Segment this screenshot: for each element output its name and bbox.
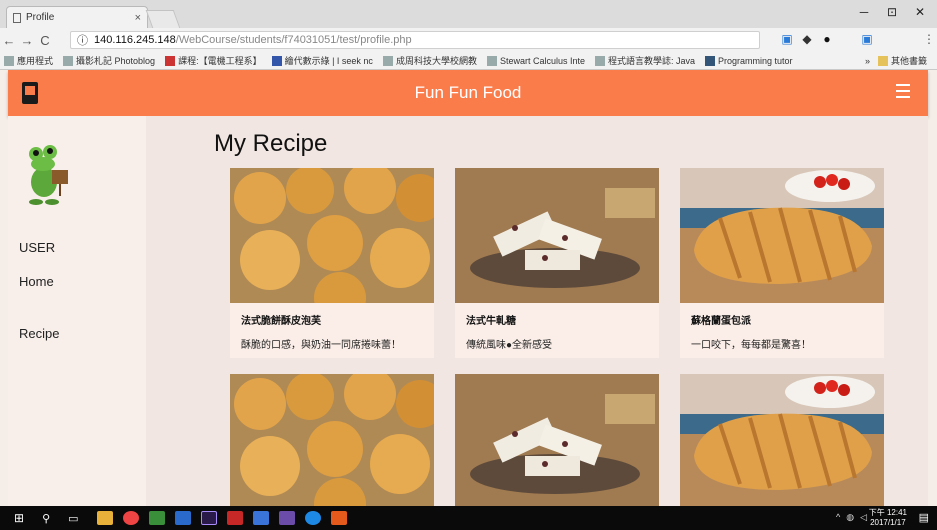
windows-start-icon[interactable]: ⊞ <box>14 511 24 525</box>
new-tab-button[interactable] <box>145 10 181 28</box>
bookmark-icon <box>486 55 497 66</box>
filezilla-icon[interactable] <box>226 511 243 525</box>
bookmark-item[interactable]: 攝影札記 Photoblog <box>63 54 155 67</box>
browser-chrome: Profile × ─ ⊡ ✕ ← → C ⓘ 140.116.245.148/… <box>0 0 937 70</box>
app-icon[interactable] <box>148 511 165 525</box>
bookmark-item[interactable]: 程式語言教學誌: Java <box>595 54 695 67</box>
page-icon <box>13 12 21 23</box>
bookmarks-more-button[interactable]: » <box>865 56 870 66</box>
recipe-description: 酥脆的口感，與奶油一同席捲味蕾！ <box>241 340 401 351</box>
bookmark-item[interactable]: Stewart Calculus Inte <box>486 55 585 66</box>
page-icon <box>63 55 74 66</box>
hamburger-menu-icon[interactable] <box>896 84 910 98</box>
premiere-icon[interactable] <box>200 511 217 525</box>
other-bookmarks[interactable]: 其他書籤 <box>877 54 927 67</box>
nougat-image <box>455 374 659 506</box>
nougat-image <box>455 168 659 303</box>
app-icon[interactable] <box>330 511 347 525</box>
recipe-description: 一口咬下，每每都是驚喜！ <box>691 340 811 351</box>
recipe-card[interactable] <box>230 368 444 506</box>
sidebar-item-user[interactable]: USER <box>19 240 55 255</box>
recipe-card[interactable]: 蘇格蘭蛋包派 一口咬下，每每都是驚喜！ <box>680 168 884 358</box>
address-row: ← → C ⓘ 140.116.245.148/WebCourse/studen… <box>0 28 937 52</box>
app-icon[interactable] <box>304 511 321 525</box>
recipe-card[interactable]: 法式脆餅酥皮泡芙 酥脆的口感，與奶油一同席捲味蕾！ <box>230 162 444 358</box>
bookmark-icon <box>595 55 605 66</box>
page: Fun Fun Food USER Home Recipe My Recipe <box>0 70 937 506</box>
bookmark-icon <box>271 55 282 66</box>
bookmarks-bar: 應用程式 攝影札記 Photoblog 課程:【電機工程系】 繪代數示綠 | I… <box>0 52 937 69</box>
recipe-name: 法式牛軋糖 <box>466 316 516 327</box>
recipe-card[interactable] <box>680 374 884 506</box>
network-icon[interactable]: ◍ <box>846 512 854 523</box>
tab-title: Profile <box>26 12 55 23</box>
extension-icon[interactable]: ◆ <box>798 32 816 46</box>
task-view-icon[interactable]: ▭ <box>68 512 78 525</box>
page-title: My Recipe <box>214 130 328 157</box>
system-tray: ^ ◍ ◁ <box>836 512 867 523</box>
url-path: /WebCourse/students/f74031051/test/profi… <box>175 34 412 46</box>
cream-puff-image <box>230 368 444 506</box>
extension-icon[interactable]: ● <box>818 32 836 46</box>
browser-menu-icon[interactable]: ⋮ <box>920 32 937 46</box>
extension-icon[interactable]: ▣ <box>858 32 876 46</box>
tab-bar: Profile × ─ ⊡ ✕ <box>0 0 937 28</box>
search-icon[interactable]: ⚲ <box>42 512 50 525</box>
app-icon[interactable] <box>278 511 295 525</box>
minimize-icon[interactable]: ─ <box>851 5 877 19</box>
bookmark-item[interactable]: 應用程式 <box>4 54 53 67</box>
bookmark-item[interactable]: 成周科技大學校網教 <box>382 54 477 67</box>
pie-image <box>680 374 884 506</box>
file-explorer-icon[interactable] <box>96 511 113 525</box>
back-icon[interactable]: ← <box>0 33 18 48</box>
clock-time: 下午 12:41 <box>868 508 907 517</box>
chrome-icon[interactable] <box>122 511 139 525</box>
pie-image <box>680 168 884 303</box>
sidebar: USER Home Recipe <box>8 116 146 506</box>
recipe-description: 傳統風味●全新感受 <box>466 340 553 351</box>
app-icon[interactable] <box>174 511 191 525</box>
notification-icon[interactable]: ▤ <box>919 511 929 524</box>
recipe-name: 蘇格蘭蛋包派 <box>691 316 751 327</box>
recipe-card[interactable] <box>455 374 659 506</box>
page-icon <box>382 55 393 66</box>
sidebar-item-home[interactable]: Home <box>19 274 54 289</box>
tray-up-icon[interactable]: ^ <box>836 512 840 523</box>
bookmark-icon <box>705 55 716 66</box>
folder-icon <box>877 55 888 66</box>
taskbar-clock[interactable]: 下午 12:41 2017/1/17 <box>869 508 907 528</box>
bookmark-item[interactable]: Programming tutor <box>705 55 793 66</box>
bookmark-icon <box>165 55 176 66</box>
apps-icon <box>4 55 14 66</box>
bookmark-item[interactable]: 繪代數示綠 | I seek nc <box>271 54 373 67</box>
recipe-card[interactable]: 法式牛軋糖 傳統風味●全新感受 <box>455 168 659 358</box>
site-title[interactable]: Fun Fun Food <box>415 83 522 103</box>
extension-icon[interactable]: ▣ <box>778 32 796 46</box>
main-content: My Recipe 法式脆餅酥皮泡芙 酥脆的口感，與奶油一同席捲味蕾！ 法式牛軋… <box>146 116 928 506</box>
frog-mascot-icon <box>29 145 68 205</box>
address-bar[interactable]: ⓘ 140.116.245.148/WebCourse/students/f74… <box>70 31 760 49</box>
windows-taskbar: ⊞ ⚲ ▭ ^ ◍ ◁ 下午 12:41 2017/1/17 ▤ <box>0 506 937 530</box>
bookmark-item[interactable]: 課程:【電機工程系】 <box>165 54 262 67</box>
site-header: Fun Fun Food <box>8 70 928 116</box>
browser-tab[interactable]: Profile × <box>6 6 148 28</box>
close-tab-icon[interactable]: × <box>135 12 141 24</box>
app-icon[interactable] <box>252 511 269 525</box>
logo-icon[interactable] <box>22 82 38 104</box>
reload-icon[interactable]: C <box>36 33 54 48</box>
forward-icon[interactable]: → <box>18 33 36 48</box>
volume-icon[interactable]: ◁ <box>860 512 867 523</box>
maximize-icon[interactable]: ⊡ <box>879 5 905 19</box>
close-window-icon[interactable]: ✕ <box>907 5 933 19</box>
cream-puff-image <box>230 162 444 324</box>
url-host: 140.116.245.148 <box>94 34 176 46</box>
recipe-name: 法式脆餅酥皮泡芙 <box>241 316 321 327</box>
clock-date: 2017/1/17 <box>870 518 906 527</box>
sidebar-item-recipe[interactable]: Recipe <box>19 326 59 341</box>
info-icon[interactable]: ⓘ <box>77 32 88 48</box>
